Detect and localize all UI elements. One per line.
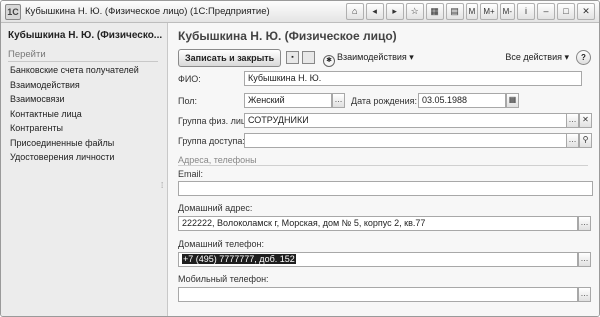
group-label: Группа физ. лиц: xyxy=(178,116,249,126)
interactions-menu[interactable]: ✱ Взаимодействия ▾ xyxy=(323,52,414,67)
post-icon[interactable] xyxy=(302,51,315,64)
form-title: Кубышкина Н. Ю. (Физическое лицо) xyxy=(178,29,397,43)
calendar-icon[interactable]: ▦ xyxy=(425,3,444,20)
birth-date-label: Дата рождения: xyxy=(351,96,417,106)
nav-item-interactions[interactable]: Взаимодействия xyxy=(10,78,139,93)
memory-button[interactable]: M xyxy=(465,3,479,20)
nav-item-counterparties[interactable]: Контрагенты xyxy=(10,121,139,136)
mobile-phone-input[interactable] xyxy=(178,287,578,302)
memory-plus-button[interactable]: M+ xyxy=(480,3,498,20)
nav-item-relations[interactable]: Взаимосвязи xyxy=(10,92,139,107)
nav-item-bank-accounts[interactable]: Банковские счета получателей xyxy=(10,63,139,78)
window-title: Кубышкина Н. Ю. (Физическое лицо) (1С:Пр… xyxy=(25,6,270,17)
email-label: Email: xyxy=(178,169,204,179)
app-window: 1С Кубышкина Н. Ю. (Физическое лицо) (1С… xyxy=(0,0,600,317)
back-icon[interactable]: ◂ xyxy=(365,3,384,20)
app-logo-icon[interactable]: 1С xyxy=(5,4,21,20)
group-input[interactable]: СОТРУДНИКИ xyxy=(244,113,567,128)
favorite-icon[interactable]: ☆ xyxy=(405,3,424,20)
nav-item-attached-files[interactable]: Присоединенные файлы xyxy=(10,136,139,151)
mobile-phone-label: Мобильный телефон: xyxy=(178,274,269,284)
home-phone-label: Домашний телефон: xyxy=(178,239,265,249)
help-button[interactable]: ? xyxy=(576,50,591,65)
title-bar-buttons: ⌂ ◂ ▸ ☆ ▦ ▤ M M+ M- i – □ ✕ xyxy=(345,3,595,20)
access-group-input[interactable] xyxy=(244,133,567,148)
save-icon[interactable]: ▪ xyxy=(286,51,299,64)
home-icon[interactable]: ⌂ xyxy=(345,3,364,20)
fio-input[interactable]: Кубышкина Н. Ю. xyxy=(244,71,582,86)
navigation-panel: Кубышкина Н. Ю. (Физическо... Перейти Ба… xyxy=(1,23,168,316)
fio-label: ФИО: xyxy=(178,74,201,84)
gender-label: Пол: xyxy=(178,96,198,106)
all-actions-menu[interactable]: Все действия ▾ xyxy=(505,52,569,63)
birth-date-input[interactable]: 03.05.1988 xyxy=(418,93,506,108)
nav-list: Банковские счета получателей Взаимодейст… xyxy=(10,63,139,165)
mobile-phone-edit-button[interactable]: … xyxy=(578,287,591,302)
form-toolbar: Записать и закрыть ▪ ✱ Взаимодействия ▾ В… xyxy=(178,48,593,68)
home-phone-selected-text: +7 (495) 7777777, доб. 152 xyxy=(182,254,296,264)
calculator-icon[interactable]: ▤ xyxy=(445,3,464,20)
contacts-section-title: Адреса, телефоны xyxy=(178,155,257,165)
nav-item-id-documents[interactable]: Удостоверения личности xyxy=(10,150,139,165)
memory-minus-button[interactable]: M- xyxy=(499,3,515,20)
home-phone-input[interactable]: +7 (495) 7777777, доб. 152 xyxy=(178,252,578,267)
gear-icon: ✱ xyxy=(323,55,335,67)
access-group-choose-button[interactable]: … xyxy=(566,133,579,148)
group-open-icon[interactable]: ✕ xyxy=(579,113,592,128)
access-group-label: Группа доступа: xyxy=(178,136,245,146)
save-and-close-button[interactable]: Записать и закрыть xyxy=(178,49,282,67)
panel-title: Кубышкина Н. Ю. (Физическо... xyxy=(8,30,163,41)
form-area: Кубышкина Н. Ю. (Физическое лицо) Записа… xyxy=(168,23,599,316)
forward-icon[interactable]: ▸ xyxy=(385,3,404,20)
panel-splitter-icon[interactable]: ⁞ xyxy=(161,181,163,190)
email-field[interactable] xyxy=(178,181,593,196)
section-divider xyxy=(178,165,588,166)
search-icon[interactable]: ⚲ xyxy=(579,133,592,148)
gender-select[interactable]: Женский xyxy=(244,93,332,108)
divider xyxy=(8,61,158,62)
close-icon[interactable]: ✕ xyxy=(577,3,595,20)
maximize-icon[interactable]: □ xyxy=(557,3,575,20)
info-icon[interactable]: i xyxy=(517,3,535,20)
nav-header: Перейти xyxy=(8,49,46,60)
gender-choose-button[interactable]: … xyxy=(332,93,345,108)
home-phone-edit-button[interactable]: … xyxy=(578,252,591,267)
home-address-edit-button[interactable]: … xyxy=(578,216,591,231)
minimize-icon[interactable]: – xyxy=(537,3,555,20)
calendar-picker-icon[interactable]: ▦ xyxy=(506,93,519,108)
title-bar: 1С Кубышкина Н. Ю. (Физическое лицо) (1С… xyxy=(1,1,599,23)
home-address-label: Домашний адрес: xyxy=(178,203,253,213)
group-choose-button[interactable]: … xyxy=(566,113,579,128)
nav-item-contact-persons[interactable]: Контактные лица xyxy=(10,107,139,122)
home-address-input[interactable]: 222222, Волоколамск г, Морская, дом № 5,… xyxy=(178,216,578,231)
